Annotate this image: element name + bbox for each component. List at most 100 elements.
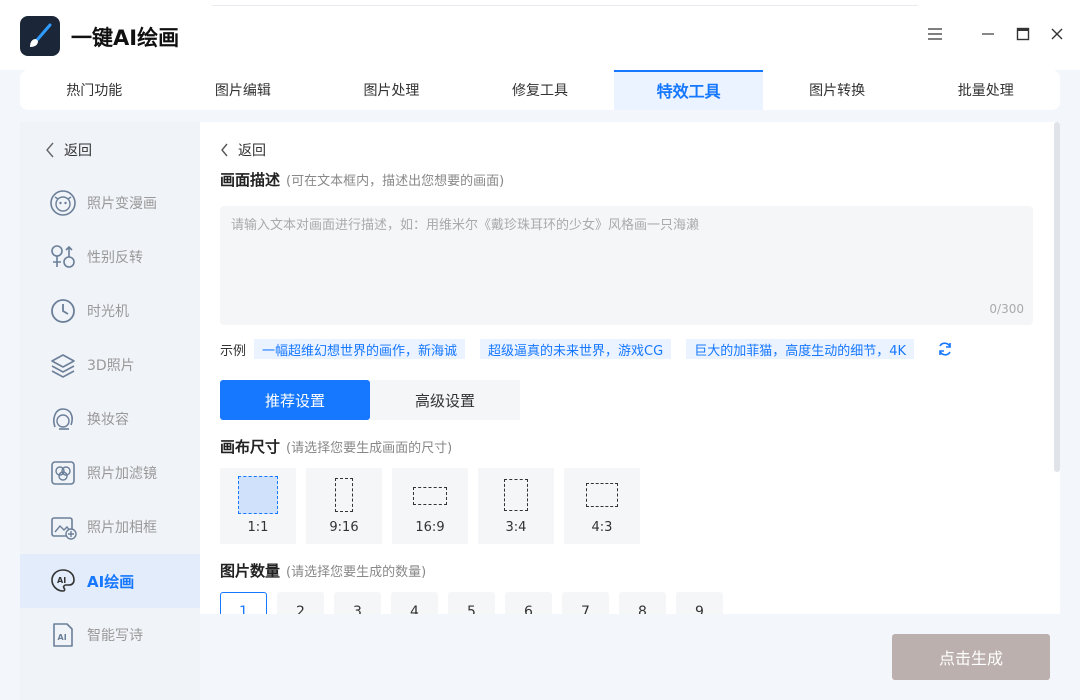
size-option-label: 3:4 bbox=[505, 520, 527, 535]
clock-icon bbox=[49, 297, 77, 325]
recommended-settings-button[interactable]: 推荐设置 bbox=[220, 380, 370, 420]
gender-swap-icon bbox=[49, 243, 77, 271]
sidebar-item-photo-frame[interactable]: 照片加相框 bbox=[20, 500, 200, 554]
sidebar-item-gender-swap[interactable]: 性别反转 bbox=[20, 230, 200, 284]
examples-label: 示例 bbox=[220, 343, 247, 359]
frame-icon bbox=[49, 513, 77, 541]
canvas-size-options: 1:1 9:16 16:9 3:4 4:3 bbox=[220, 468, 640, 544]
filter-icon bbox=[49, 459, 77, 487]
sidebar-item-label: 智能写诗 bbox=[87, 628, 143, 644]
size-option-label: 4:3 bbox=[591, 520, 613, 535]
ai-paint-icon: AI bbox=[49, 567, 77, 595]
size-option-16-9[interactable]: 16:9 bbox=[392, 468, 468, 544]
layers-icon bbox=[49, 351, 77, 379]
generate-button[interactable]: 点击生成 bbox=[892, 634, 1050, 680]
ai-poem-icon: AI bbox=[49, 621, 77, 649]
ratio-shape bbox=[335, 478, 353, 512]
sidebar-item-time-machine[interactable]: 时光机 bbox=[20, 284, 200, 338]
count-option[interactable]: 4 bbox=[391, 592, 438, 614]
image-count-hint: (请选择您要生成的数量) bbox=[286, 565, 427, 580]
sidebar-item-photo-filter[interactable]: 照片加滤镜 bbox=[20, 446, 200, 500]
count-option[interactable]: 2 bbox=[277, 592, 324, 614]
sidebar-item-label: 3D照片 bbox=[87, 358, 135, 374]
canvas-size-heading: 画布尺寸 (请选择您要生成画面的尺寸) bbox=[220, 436, 452, 457]
size-option-4-3[interactable]: 4:3 bbox=[564, 468, 640, 544]
example-chip[interactable]: 超级逼真的未来世界，游戏CG bbox=[480, 339, 672, 359]
sidebar-item-label: 换妆容 bbox=[87, 412, 129, 428]
ratio-shape bbox=[413, 487, 447, 505]
tab-repair-tools[interactable]: 修复工具 bbox=[466, 70, 615, 110]
tab-hot-features[interactable]: 热门功能 bbox=[20, 70, 169, 110]
prompt-textarea[interactable]: 请输入文本对画面进行描述，如：用维米尔《戴珍珠耳环的少女》风格画一只海濑 0/3… bbox=[220, 206, 1033, 325]
cartoon-face-icon bbox=[49, 189, 77, 217]
tab-image-process[interactable]: 图片处理 bbox=[317, 70, 466, 110]
maximize-icon[interactable] bbox=[1013, 24, 1033, 44]
main-panel: 返回 画面描述 (可在文本框内，描述出您想要的画面) 请输入文本对画面进行描述，如… bbox=[200, 122, 1060, 614]
tab-effects-tools[interactable]: 特效工具 bbox=[614, 70, 763, 110]
size-option-label: 16:9 bbox=[415, 520, 445, 535]
sidebar-item-label: 照片加相框 bbox=[87, 520, 157, 536]
ratio-shape bbox=[504, 479, 528, 511]
sidebar-item-label: AI绘画 bbox=[87, 572, 135, 591]
examples-row: 示例 一幅超维幻想世界的画作，新海诚 超级逼真的未来世界，游戏CG 巨大的加菲猫… bbox=[220, 338, 956, 360]
count-option[interactable]: 6 bbox=[505, 592, 552, 614]
char-counter: 0/300 bbox=[989, 302, 1024, 316]
canvas-size-hint: (请选择您要生成画面的尺寸) bbox=[286, 441, 453, 456]
count-option[interactable]: 9 bbox=[676, 592, 723, 614]
sidebar-item-makeup[interactable]: 换妆容 bbox=[20, 392, 200, 446]
chevron-left-icon bbox=[221, 143, 228, 157]
sidebar-item-ai-painting[interactable]: AI AI绘画 bbox=[20, 554, 200, 608]
category-tabs: 热门功能 图片编辑 图片处理 修复工具 特效工具 图片转换 批量处理 bbox=[20, 70, 1060, 110]
refresh-icon[interactable] bbox=[934, 338, 956, 360]
size-option-label: 1:1 bbox=[247, 520, 269, 535]
app-brush-icon bbox=[20, 16, 60, 56]
count-option[interactable]: 7 bbox=[562, 592, 609, 614]
canvas-size-title: 画布尺寸 bbox=[220, 438, 281, 456]
main-back-label: 返回 bbox=[238, 143, 266, 159]
tab-image-convert[interactable]: 图片转换 bbox=[763, 70, 912, 110]
description-title: 画面描述 bbox=[220, 171, 281, 189]
sidebar-item-photo-to-cartoon[interactable]: 照片变漫画 bbox=[20, 176, 200, 230]
count-option[interactable]: 5 bbox=[448, 592, 495, 614]
svg-text:AI: AI bbox=[57, 576, 66, 585]
image-count-options: 1 2 3 4 5 6 7 8 9 bbox=[220, 592, 723, 614]
image-count-title: 图片数量 bbox=[220, 562, 281, 580]
chevron-left-icon bbox=[46, 142, 54, 158]
ratio-shape bbox=[586, 483, 618, 507]
sidebar-item-ai-poem[interactable]: AI 智能写诗 bbox=[20, 608, 200, 662]
main-back-button[interactable]: 返回 bbox=[220, 140, 266, 160]
size-option-1-1[interactable]: 1:1 bbox=[220, 468, 296, 544]
title-bar: 一键AI绘画 bbox=[0, 0, 1080, 70]
count-option[interactable]: 1 bbox=[220, 592, 267, 614]
advanced-settings-button[interactable]: 高级设置 bbox=[370, 380, 520, 420]
sidebar-item-label: 时光机 bbox=[87, 304, 129, 320]
tab-image-edit[interactable]: 图片编辑 bbox=[169, 70, 318, 110]
minimize-icon[interactable] bbox=[978, 24, 998, 44]
title-divider bbox=[212, 5, 918, 6]
size-option-9-16[interactable]: 9:16 bbox=[306, 468, 382, 544]
size-option-3-4[interactable]: 3:4 bbox=[478, 468, 554, 544]
prompt-placeholder: 请输入文本对画面进行描述，如：用维米尔《戴珍珠耳环的少女》风格画一只海濑 bbox=[231, 218, 700, 233]
close-icon[interactable] bbox=[1047, 24, 1067, 44]
sidebar-item-label: 照片变漫画 bbox=[87, 196, 157, 212]
tab-batch-process[interactable]: 批量处理 bbox=[911, 70, 1060, 110]
app-title: 一键AI绘画 bbox=[71, 26, 180, 50]
description-heading: 画面描述 (可在文本框内，描述出您想要的画面) bbox=[220, 169, 504, 190]
image-count-heading: 图片数量 (请选择您要生成的数量) bbox=[220, 560, 426, 581]
sidebar-item-3d-photo[interactable]: 3D照片 bbox=[20, 338, 200, 392]
sidebar-item-label: 性别反转 bbox=[87, 250, 143, 266]
count-option[interactable]: 8 bbox=[619, 592, 666, 614]
sidebar-item-label: 照片加滤镜 bbox=[87, 466, 157, 482]
size-option-label: 9:16 bbox=[329, 520, 359, 535]
example-chip[interactable]: 巨大的加菲猫，高度生动的细节，4K bbox=[686, 339, 914, 359]
sidebar: 返回 照片变漫画 性别反转 时光机 3D照片 换妆容 照片加滤镜 照片加相框 A… bbox=[20, 122, 200, 700]
menu-icon[interactable] bbox=[925, 24, 945, 44]
makeup-face-icon bbox=[49, 405, 77, 433]
example-chip[interactable]: 一幅超维幻想世界的画作，新海诚 bbox=[254, 339, 466, 359]
sidebar-back-button[interactable]: 返回 bbox=[44, 140, 92, 160]
settings-mode-tabs: 推荐设置 高级设置 bbox=[220, 380, 520, 420]
description-hint: (可在文本框内，描述出您想要的画面) bbox=[286, 174, 505, 189]
ratio-shape bbox=[238, 476, 278, 514]
count-option[interactable]: 3 bbox=[334, 592, 381, 614]
scrollbar-thumb[interactable] bbox=[1054, 122, 1060, 472]
